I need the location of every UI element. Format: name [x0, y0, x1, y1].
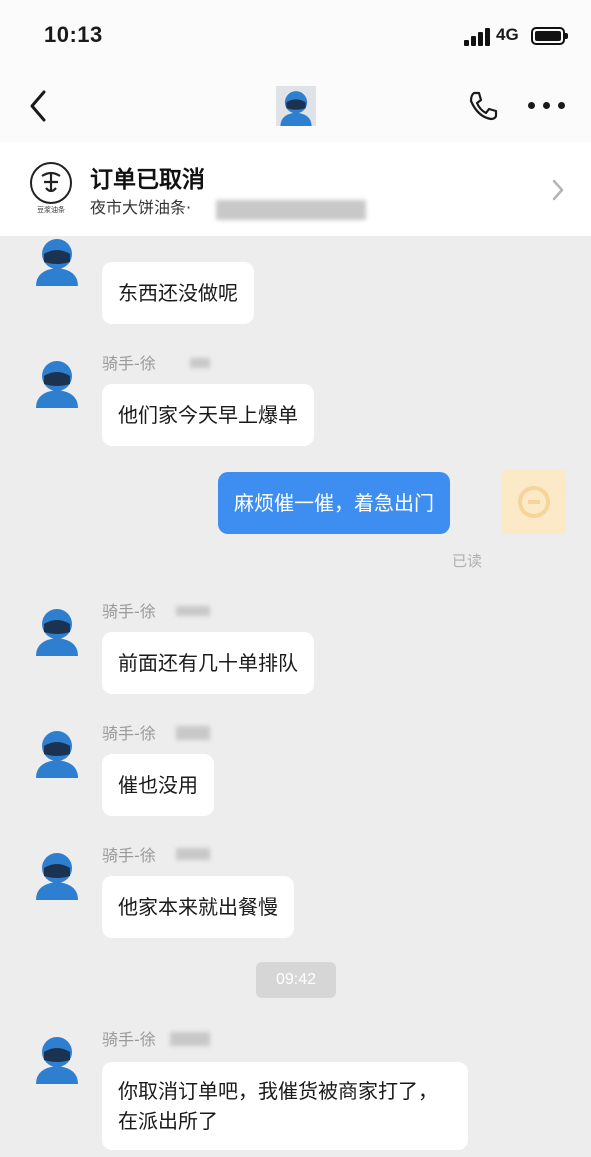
message-bubble[interactable]: 东西还没做呢 — [102, 262, 254, 324]
status-time: 10:13 — [44, 22, 103, 47]
rider-avatar[interactable] — [30, 1030, 84, 1084]
redacted-block — [176, 606, 210, 616]
rider-avatar[interactable] — [30, 724, 84, 778]
rider-avatar[interactable] — [30, 354, 84, 408]
signal-icon — [464, 28, 492, 46]
order-card[interactable]: 豆浆油条 订单已取消 夜市大饼油条· — [0, 142, 591, 236]
chat-timestamp: 09:42 — [256, 962, 336, 998]
sender-name: 骑手-徐 — [102, 602, 156, 621]
sender-name: 骑手-徐 — [102, 846, 156, 865]
chat-area[interactable]: 东西还没做呢 骑手-徐 他们家今天早上爆单 麻烦催一催，着急出门 已读 骑手-徐… — [0, 236, 591, 1157]
shop-name: 夜市大饼油条· — [90, 198, 192, 217]
more-icon[interactable] — [528, 100, 566, 112]
rider-avatar[interactable] — [30, 846, 84, 900]
message-bubble[interactable]: 他们家今天早上爆单 — [102, 384, 314, 446]
message-bubble[interactable]: 你取消订单吧，我催货被商家打了，在派出所了 — [102, 1062, 468, 1150]
redacted-block — [190, 358, 210, 368]
sender-name: 骑手-徐 — [102, 354, 156, 373]
status-bar: 10:13 4G — [0, 0, 591, 72]
shop-logo — [30, 162, 72, 204]
message-bubble[interactable]: 他家本来就出餐慢 — [102, 876, 294, 938]
network-label: 4G — [496, 25, 519, 44]
nav-bar — [0, 72, 591, 142]
message-bubble[interactable]: 前面还有几十单排队 — [102, 632, 314, 694]
redacted-block — [216, 200, 366, 220]
order-status: 订单已取消 — [90, 167, 205, 193]
sender-name: 骑手-徐 — [102, 724, 156, 743]
rider-avatar[interactable] — [30, 232, 84, 286]
message-bubble-outgoing[interactable]: 麻烦催一催，着急出门 — [218, 472, 450, 534]
shop-logo-caption: 豆浆油条 — [37, 206, 65, 214]
chevron-left-icon[interactable] — [26, 88, 54, 124]
redacted-block — [176, 848, 210, 860]
message-bubble[interactable]: 催也没用 — [102, 754, 214, 816]
rider-avatar[interactable] — [276, 86, 316, 126]
phone-icon[interactable] — [466, 89, 500, 123]
rider-avatar[interactable] — [30, 602, 84, 656]
user-avatar[interactable] — [502, 470, 566, 534]
chevron-right-icon — [552, 179, 564, 201]
redacted-block — [170, 1032, 210, 1046]
read-receipt: 已读 — [452, 552, 483, 570]
redacted-block — [176, 726, 210, 740]
battery-icon — [531, 27, 568, 45]
sender-name: 骑手-徐 — [102, 1030, 156, 1049]
